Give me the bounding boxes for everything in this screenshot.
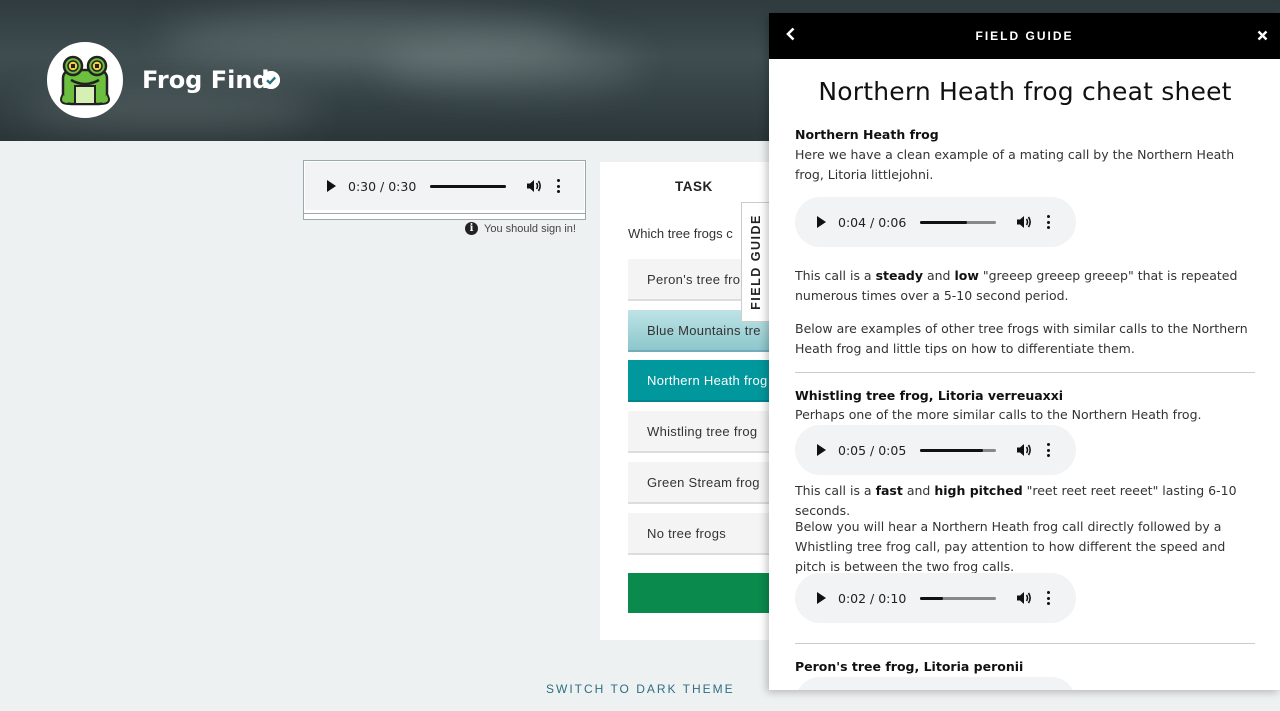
play-icon[interactable] xyxy=(817,592,826,604)
audio-time: 0:30 / 0:30 xyxy=(348,178,417,194)
field-guide-tab[interactable]: FIELD GUIDE xyxy=(741,202,769,322)
audio-progress xyxy=(920,596,944,600)
description-emphasis: fast xyxy=(875,483,903,498)
info-icon: i xyxy=(465,222,478,235)
project-title[interactable]: Frog Find xyxy=(142,66,270,94)
audio-time: 0:02 / 0:10 xyxy=(838,590,907,606)
more-options-icon[interactable] xyxy=(1046,591,1050,605)
description-emphasis: low xyxy=(954,268,979,283)
subject-audio-player[interactable]: 0:30 / 0:30 xyxy=(305,162,584,210)
call-description: This call is a steady and low "greeep gr… xyxy=(795,266,1257,306)
description-text: and xyxy=(923,268,955,283)
close-button[interactable] xyxy=(1254,26,1270,46)
signin-note: i You should sign in! xyxy=(465,222,576,235)
more-options-icon[interactable] xyxy=(556,179,560,193)
description-text: This call is a xyxy=(795,483,876,498)
volume-icon[interactable] xyxy=(1016,443,1032,457)
subject-divider xyxy=(304,213,585,214)
section-divider xyxy=(795,643,1255,644)
cheat-sheet-title: Northern Heath frog cheat sheet xyxy=(818,77,1232,106)
field-guide-drawer: FIELD GUIDE Northern Heath frog cheat sh… xyxy=(769,13,1280,690)
play-icon[interactable] xyxy=(327,180,336,192)
frog-logo-icon xyxy=(49,44,121,116)
play-icon[interactable] xyxy=(817,216,826,228)
section-heading: Northern Heath frog xyxy=(795,127,939,142)
signin-note-text: You should sign in! xyxy=(484,222,576,235)
audio-seek-bar[interactable] xyxy=(920,220,997,224)
section-heading: Whistling tree frog, Litoria verreuaxxi xyxy=(795,388,1064,403)
volume-icon[interactable] xyxy=(526,179,542,193)
switch-theme-button[interactable]: SWITCH TO DARK THEME xyxy=(546,682,735,696)
field-guide-tab-label: FIELD GUIDE xyxy=(748,214,763,310)
play-icon[interactable] xyxy=(817,444,826,456)
volume-icon[interactable] xyxy=(1016,591,1032,605)
section-heading: Peron's tree frog, Litoria peronii xyxy=(795,659,1024,674)
more-options-icon[interactable] xyxy=(1046,215,1050,229)
task-question: Which tree frogs c xyxy=(628,226,733,241)
close-icon xyxy=(1257,30,1267,40)
audio-time: 0:04 / 0:06 xyxy=(838,214,907,230)
audio-seek-bar[interactable] xyxy=(430,184,507,188)
field-guide-audio-player[interactable]: 0:02 / 0:10 xyxy=(795,573,1076,623)
banner-mist xyxy=(380,40,640,90)
field-guide-audio-player[interactable]: 0:05 / 0:05 xyxy=(795,425,1076,475)
field-guide-audio-player[interactable] xyxy=(795,677,1076,690)
section-intro: Perhaps one of the more similar calls to… xyxy=(795,407,1202,422)
description-text: and xyxy=(902,483,935,498)
audio-progress xyxy=(920,448,983,452)
check-circle-icon xyxy=(262,71,280,89)
more-options-icon[interactable] xyxy=(1046,443,1050,457)
audio-progress xyxy=(920,220,968,224)
verified-badge xyxy=(262,71,280,89)
comparison-note: Below you will hear a Northern Heath fro… xyxy=(795,519,1226,574)
volume-icon[interactable] xyxy=(1016,215,1032,229)
comparison-note: Below are examples of other tree frogs w… xyxy=(795,321,1248,356)
description-text: This call is a xyxy=(795,268,876,283)
task-tab[interactable]: TASK xyxy=(675,179,713,194)
audio-time: 0:05 / 0:05 xyxy=(838,442,907,458)
call-description: This call is a fast and high pitched "re… xyxy=(795,481,1257,521)
audio-seek-bar[interactable] xyxy=(920,448,997,452)
audio-seek-bar[interactable] xyxy=(920,596,997,600)
drawer-header: FIELD GUIDE xyxy=(769,13,1280,59)
description-emphasis: high pitched xyxy=(934,483,1023,498)
description-emphasis: steady xyxy=(875,268,923,283)
drawer-title: FIELD GUIDE xyxy=(975,29,1074,43)
project-avatar[interactable] xyxy=(47,42,123,118)
section-divider xyxy=(795,372,1255,373)
audio-progress xyxy=(430,184,507,188)
field-guide-audio-player[interactable]: 0:04 / 0:06 xyxy=(795,197,1076,247)
section-intro: Here we have a clean example of a mating… xyxy=(795,147,1235,182)
